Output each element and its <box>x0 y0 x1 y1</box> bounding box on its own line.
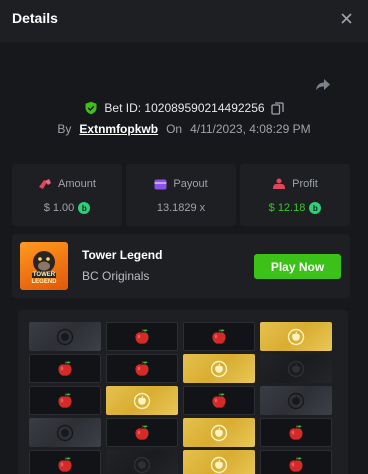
gold-apple-icon <box>210 360 228 377</box>
bet-meta-row: By Extnmfopkwb On 4/11/2023, 4:08:29 PM <box>0 120 368 138</box>
apple-icon <box>212 328 226 344</box>
close-button[interactable] <box>338 10 354 26</box>
payout-card: Payout 13.1829 x <box>126 164 236 226</box>
tower-cell <box>29 450 101 474</box>
tower-cell <box>260 354 332 383</box>
stats-row: Amount $ 1.00 b Payout 13.1829 x Profit <box>12 164 350 226</box>
by-label: By <box>57 122 72 136</box>
tower-cell <box>183 418 255 447</box>
tower-board <box>18 310 348 474</box>
game-provider: BC Originals <box>82 269 150 283</box>
payout-icon <box>154 179 167 189</box>
tower-cell <box>183 354 255 383</box>
gold-apple-icon <box>133 392 151 409</box>
tower-cell <box>29 386 101 415</box>
hidden-apple-icon <box>56 328 74 345</box>
hidden-apple-icon <box>287 360 305 377</box>
bet-id-text: Bet ID: 102089590214492256 <box>104 101 265 115</box>
bet-datetime: 4/11/2023, 4:08:29 PM <box>190 122 311 136</box>
apple-icon <box>58 456 72 472</box>
tower-cell <box>183 450 255 474</box>
on-label: On <box>166 122 183 136</box>
tower-cell <box>106 418 178 447</box>
profit-icon <box>273 178 286 189</box>
amount-icon <box>39 179 52 189</box>
shield-check-icon <box>85 101 97 115</box>
modal-header: Details <box>0 0 368 42</box>
amount-label: Amount <box>58 178 96 190</box>
tower-cell <box>106 386 178 415</box>
username-link[interactable]: Extnmfopkwb <box>79 122 158 136</box>
amount-value: $ 1.00 <box>43 202 75 214</box>
tower-cell <box>106 450 178 474</box>
apple-icon <box>289 456 303 472</box>
tower-cell <box>183 386 255 415</box>
profit-value: $ 12.18 <box>268 202 306 214</box>
tower-cell <box>29 418 101 447</box>
apple-icon <box>212 392 226 408</box>
gold-apple-icon <box>287 328 305 345</box>
tower-cell <box>260 450 332 474</box>
game-thumb-label: TOWER LEGEND <box>31 272 57 285</box>
profit-label: Profit <box>292 178 318 190</box>
gold-apple-icon <box>210 456 228 473</box>
hidden-apple-icon <box>56 424 74 441</box>
close-icon <box>340 12 352 24</box>
coin-icon: b <box>309 202 322 214</box>
apple-icon <box>135 424 149 440</box>
apple-icon <box>58 392 72 408</box>
game-name: Tower Legend <box>82 248 163 262</box>
coin-icon: b <box>78 202 91 214</box>
payout-value: 13.1829 x <box>156 202 206 214</box>
game-thumbnail[interactable]: TOWER LEGEND <box>20 242 68 290</box>
game-card: TOWER LEGEND Tower Legend BC Originals P… <box>12 234 350 298</box>
apple-icon <box>58 360 72 376</box>
hidden-apple-icon <box>287 392 305 409</box>
tower-cell <box>106 322 178 351</box>
copy-icon[interactable] <box>270 101 284 115</box>
play-now-button[interactable]: Play Now <box>254 254 341 279</box>
tower-cell <box>183 322 255 351</box>
apple-icon <box>289 424 303 440</box>
apple-icon <box>135 360 149 376</box>
gold-apple-icon <box>210 424 228 441</box>
tower-cell <box>29 354 101 383</box>
tower-cell <box>260 322 332 351</box>
apple-icon <box>135 328 149 344</box>
modal-title: Details <box>12 10 58 26</box>
amount-card: Amount $ 1.00 b <box>12 164 122 226</box>
profit-card: Profit $ 12.18 b <box>240 164 350 226</box>
hidden-apple-icon <box>133 456 151 473</box>
share-button[interactable] <box>314 76 332 94</box>
payout-label: Payout <box>173 178 208 190</box>
tower-cell <box>260 386 332 415</box>
tower-cell <box>29 322 101 351</box>
bet-id-row: Bet ID: 102089590214492256 <box>0 98 368 118</box>
tower-cell <box>106 354 178 383</box>
share-icon <box>316 79 330 91</box>
tower-cell <box>260 418 332 447</box>
